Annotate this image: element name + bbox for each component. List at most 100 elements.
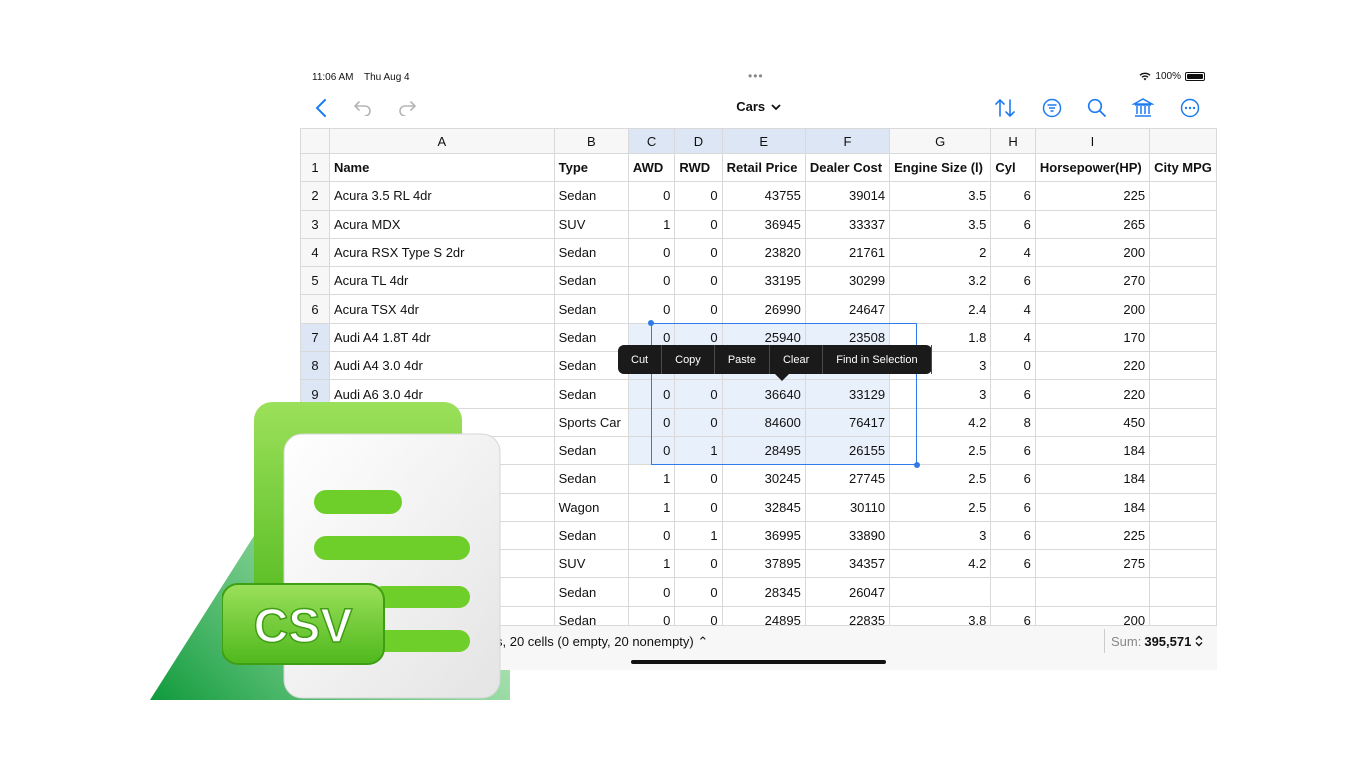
table-cell[interactable] <box>990 577 1036 607</box>
table-cell[interactable] <box>1149 549 1217 579</box>
menu-find-in-selection[interactable]: Find in Selection <box>823 345 932 374</box>
table-cell[interactable] <box>1149 577 1217 607</box>
table-cell[interactable]: 37895 <box>721 549 806 579</box>
table-cell[interactable]: 4.2 <box>889 549 992 579</box>
menu-clear[interactable]: Clear <box>770 345 824 374</box>
table-cell[interactable]: 170 <box>1034 322 1151 353</box>
table-cell[interactable]: 6 <box>990 266 1036 296</box>
table-cell[interactable]: Retail Price <box>721 152 806 183</box>
table-cell[interactable] <box>1149 266 1217 296</box>
table-cell[interactable]: Horsepower(HP) <box>1034 152 1151 183</box>
table-cell[interactable]: 36640 <box>721 379 806 409</box>
table-cell[interactable]: 0 <box>627 379 676 409</box>
table-cell[interactable]: 6 <box>990 435 1036 466</box>
table-cell[interactable]: 28345 <box>721 577 806 607</box>
table-cell[interactable]: 26155 <box>804 435 891 466</box>
table-cell[interactable]: 3.5 <box>889 181 992 211</box>
table-cell[interactable]: 21761 <box>804 237 891 268</box>
table-cell[interactable]: 225 <box>1034 520 1151 551</box>
table-cell[interactable]: Sedan <box>553 435 629 466</box>
table-cell[interactable]: Acura MDX <box>328 209 555 239</box>
table-cell[interactable]: 30110 <box>804 492 891 522</box>
table-cell[interactable]: 30245 <box>721 464 806 494</box>
table-cell[interactable]: 33195 <box>721 266 806 296</box>
column-header[interactable]: H <box>990 128 1036 154</box>
table-cell[interactable]: 2.4 <box>889 294 992 324</box>
table-cell[interactable]: 0 <box>674 209 723 239</box>
table-cell[interactable]: 6 <box>990 209 1036 239</box>
table-cell[interactable] <box>1149 379 1217 409</box>
table-cell[interactable]: 0 <box>990 351 1036 381</box>
table-cell[interactable]: Name <box>328 152 555 183</box>
table-cell[interactable] <box>1149 181 1217 211</box>
table-cell[interactable]: SUV <box>553 549 629 579</box>
table-cell[interactable]: RWD <box>674 152 723 183</box>
column-header[interactable]: C <box>627 128 676 154</box>
table-cell[interactable]: 0 <box>674 577 723 607</box>
table-cell[interactable]: 1 <box>627 209 676 239</box>
table-cell[interactable]: Wagon <box>553 492 629 522</box>
table-cell[interactable]: Sedan <box>553 605 629 625</box>
table-cell[interactable]: 3.8 <box>889 605 992 625</box>
menu-cut[interactable]: Cut <box>618 345 663 374</box>
functions-library-icon[interactable] <box>1131 96 1155 120</box>
table-cell[interactable]: 6 <box>990 492 1036 522</box>
table-cell[interactable]: 43755 <box>721 181 806 211</box>
column-header[interactable] <box>1149 128 1217 154</box>
column-header[interactable]: A <box>328 128 555 154</box>
table-cell[interactable]: Sedan <box>553 237 629 268</box>
table-cell[interactable]: Sedan <box>553 266 629 296</box>
row-header[interactable]: 5 <box>300 266 330 296</box>
table-cell[interactable]: 30299 <box>804 266 891 296</box>
table-cell[interactable]: 275 <box>1034 549 1151 579</box>
table-cell[interactable]: 0 <box>674 492 723 522</box>
table-cell[interactable]: 6 <box>990 181 1036 211</box>
table-cell[interactable]: Dealer Cost <box>804 152 891 183</box>
table-cell[interactable] <box>1149 237 1217 268</box>
multitasking-dots-icon[interactable]: ••• <box>748 69 764 83</box>
table-cell[interactable]: 0 <box>627 294 676 324</box>
table-cell[interactable]: Sedan <box>553 379 629 409</box>
column-header[interactable]: F <box>804 128 891 154</box>
table-cell[interactable]: 184 <box>1034 464 1151 494</box>
table-cell[interactable]: 184 <box>1034 435 1151 466</box>
table-cell[interactable]: 84600 <box>721 407 806 437</box>
row-header[interactable]: 8 <box>300 351 330 381</box>
table-cell[interactable]: 0 <box>627 237 676 268</box>
table-cell[interactable]: 32845 <box>721 492 806 522</box>
table-cell[interactable]: 0 <box>674 549 723 579</box>
table-cell[interactable]: Sedan <box>553 577 629 607</box>
table-cell[interactable]: Acura 3.5 RL 4dr <box>328 181 555 211</box>
table-cell[interactable]: 3.5 <box>889 209 992 239</box>
row-header[interactable]: 1 <box>300 152 330 183</box>
table-cell[interactable]: 2.5 <box>889 492 992 522</box>
table-cell[interactable] <box>1034 577 1151 607</box>
table-cell[interactable]: City MPG <box>1149 152 1217 183</box>
table-cell[interactable]: 1 <box>674 435 723 466</box>
table-cell[interactable]: 0 <box>674 181 723 211</box>
table-cell[interactable]: Sports Car <box>553 407 629 437</box>
table-cell[interactable]: 0 <box>627 407 676 437</box>
table-cell[interactable] <box>1149 605 1217 625</box>
table-cell[interactable]: 6 <box>990 520 1036 551</box>
table-cell[interactable]: 24647 <box>804 294 891 324</box>
table-cell[interactable]: 3 <box>889 379 992 409</box>
table-cell[interactable]: 0 <box>674 379 723 409</box>
menu-paste[interactable]: Paste <box>715 345 770 374</box>
sum-readout[interactable]: Sum: 395,571 <box>1104 629 1204 653</box>
table-cell[interactable]: 220 <box>1034 379 1151 409</box>
table-cell[interactable]: 3.2 <box>889 266 992 296</box>
table-cell[interactable]: 4 <box>990 237 1036 268</box>
table-cell[interactable]: Cyl <box>990 152 1036 183</box>
menu-copy[interactable]: Copy <box>662 345 715 374</box>
table-cell[interactable]: 270 <box>1034 266 1151 296</box>
table-cell[interactable]: 0 <box>674 294 723 324</box>
table-cell[interactable] <box>1149 435 1217 466</box>
table-cell[interactable]: 27745 <box>804 464 891 494</box>
more-options-icon[interactable] <box>1178 96 1202 120</box>
table-cell[interactable]: 0 <box>627 520 676 551</box>
column-header[interactable]: E <box>721 128 806 154</box>
row-header[interactable]: 4 <box>300 237 330 268</box>
row-header[interactable]: 3 <box>300 209 330 239</box>
table-cell[interactable]: 4 <box>990 294 1036 324</box>
